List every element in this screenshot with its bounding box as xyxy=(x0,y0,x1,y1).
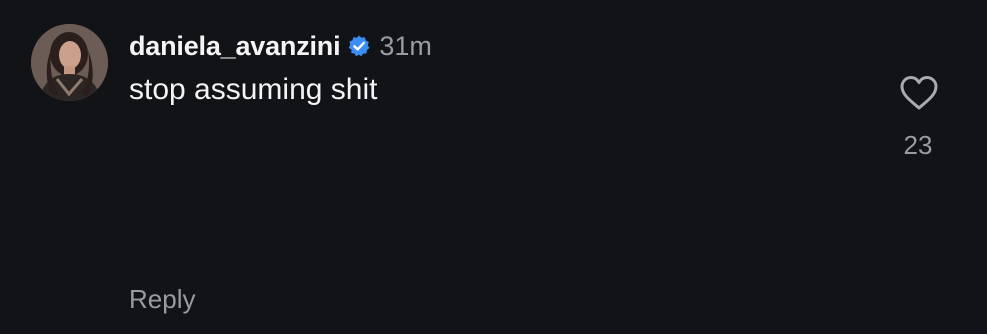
like-count: 23 xyxy=(903,130,933,160)
comment-timestamp: 31m xyxy=(379,30,432,61)
comment-text: stop assuming shit xyxy=(129,73,378,106)
comment-item: daniela_avanzini 31m stop assuming shit … xyxy=(0,0,987,334)
avatar-image xyxy=(31,24,108,101)
reply-button[interactable]: Reply xyxy=(129,284,195,315)
heart-outline-icon xyxy=(900,76,938,110)
like-button[interactable] xyxy=(898,73,940,113)
avatar[interactable] xyxy=(31,24,108,101)
comment-header: daniela_avanzini 31m xyxy=(129,29,432,63)
verified-badge-icon xyxy=(347,34,371,58)
username[interactable]: daniela_avanzini xyxy=(129,31,341,62)
